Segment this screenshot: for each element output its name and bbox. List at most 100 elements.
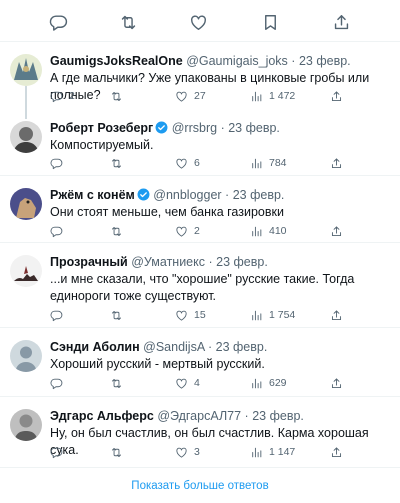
like-button[interactable]: 6: [175, 154, 200, 172]
reply-tweet[interactable]: Прозрачный @Уматниекс · 23 февр. ...и мн…: [0, 243, 400, 328]
verified-badge-icon: [137, 188, 150, 201]
retweet-icon: [110, 225, 123, 238]
author-handle[interactable]: @Gaumigais_joks: [186, 54, 288, 68]
tweet-action-bar: 4 629: [50, 374, 350, 392]
main-tweet-action-bar: [0, 0, 400, 42]
views-count: 1 754: [269, 309, 296, 321]
avatar[interactable]: [10, 255, 42, 287]
retweet-button[interactable]: [110, 443, 129, 461]
reply-button[interactable]: [50, 374, 69, 392]
tweet-text: ...и мне сказали, что "хорошие" русские …: [50, 272, 355, 303]
retweet-button[interactable]: [110, 222, 129, 240]
like-button[interactable]: 15: [175, 306, 206, 324]
separator: ·: [220, 121, 225, 135]
tweet-date[interactable]: 23 февр.: [216, 255, 268, 269]
reply-icon: [50, 157, 63, 170]
retweet-icon: [110, 157, 123, 170]
tweet-header: Роберт Розеберг @rrsbrg · 23 февр.: [50, 120, 392, 136]
retweet-icon[interactable]: [118, 12, 138, 32]
views-count: 410: [269, 225, 287, 237]
separator: ·: [291, 54, 296, 68]
reply-tweet[interactable]: GaumigsJoksRealOne @Gaumigais_joks · 23 …: [0, 42, 400, 110]
views-button[interactable]: 1 147: [250, 443, 295, 461]
retweet-icon: [110, 446, 123, 459]
show-more-replies-link[interactable]: Показать больше ответов: [0, 475, 400, 503]
retweet-icon: [110, 377, 123, 390]
author-name[interactable]: Эдгарс Альферс: [50, 409, 154, 423]
author-name[interactable]: Сэнди Аболин: [50, 340, 140, 354]
views-count: 629: [269, 377, 287, 389]
bookmark-icon[interactable]: [260, 12, 280, 32]
views-button[interactable]: 784: [250, 154, 287, 172]
share-button[interactable]: [330, 154, 343, 172]
separator: ·: [208, 255, 213, 269]
avatar[interactable]: [10, 188, 42, 220]
author-handle[interactable]: @rrsbrg: [172, 121, 217, 135]
tweet-text: Они стоят меньше, чем банка газировки: [50, 205, 284, 219]
like-button[interactable]: 2: [175, 222, 200, 240]
tweet-header: Прозрачный @Уматниекс · 23 февр.: [50, 254, 392, 270]
views-button[interactable]: 1 472: [250, 87, 295, 105]
separator: ·: [244, 409, 249, 423]
reply-count: 2: [69, 90, 75, 102]
tweet-text: Хороший русский - мертвый русский.: [50, 357, 265, 371]
like-icon[interactable]: [188, 12, 208, 32]
author-name[interactable]: Прозрачный: [50, 255, 128, 269]
share-button[interactable]: [330, 222, 343, 240]
author-handle[interactable]: @SandijsA: [143, 340, 204, 354]
tweet-action-bar: 15 1 754: [50, 306, 350, 324]
reply-button[interactable]: [50, 306, 69, 324]
retweet-button[interactable]: [110, 87, 129, 105]
tweet-date[interactable]: 23 февр.: [233, 188, 285, 202]
author-name[interactable]: GaumigsJoksRealOne: [50, 54, 183, 68]
share-button[interactable]: [330, 306, 343, 324]
retweet-button[interactable]: [110, 306, 129, 324]
author-name[interactable]: Ржём с конём: [50, 188, 135, 202]
like-count: 15: [194, 309, 206, 321]
reply-button[interactable]: [50, 154, 69, 172]
views-button[interactable]: 410: [250, 222, 287, 240]
reply-button[interactable]: [50, 222, 69, 240]
author-handle[interactable]: @Уматниекс: [131, 255, 205, 269]
tweet-header: Ржём с конём @nnblogger · 23 февр.: [50, 187, 392, 203]
share-button[interactable]: [330, 443, 343, 461]
reply-tweet[interactable]: Эдгарс Альферс @ЭдгарсАЛ77 · 23 февр. Ну…: [0, 397, 400, 468]
share-icon: [330, 446, 343, 459]
views-button[interactable]: 1 754: [250, 306, 295, 324]
like-icon: [175, 309, 188, 322]
retweet-button[interactable]: [110, 154, 129, 172]
share-button[interactable]: [330, 374, 343, 392]
views-icon: [250, 90, 263, 103]
like-button[interactable]: 27: [175, 87, 206, 105]
reply-tweet[interactable]: Роберт Розеберг @rrsbrg · 23 февр. Компо…: [0, 109, 400, 176]
avatar[interactable]: [10, 121, 42, 153]
avatar[interactable]: [10, 54, 42, 86]
like-count: 2: [194, 225, 200, 237]
tweet-date[interactable]: 23 февр.: [299, 54, 351, 68]
reply-icon: [50, 309, 63, 322]
author-name[interactable]: Роберт Розеберг: [50, 121, 153, 135]
reply-button[interactable]: 2: [50, 87, 75, 105]
tweet-date[interactable]: 23 февр.: [216, 340, 268, 354]
tweet-date[interactable]: 23 февр.: [228, 121, 280, 135]
avatar[interactable]: [10, 409, 42, 441]
separator: ·: [207, 340, 213, 354]
reply-button[interactable]: [50, 443, 69, 461]
reply-tweet[interactable]: Ржём с конём @nnblogger · 23 февр. Они с…: [0, 176, 400, 243]
tweet-header: GaumigsJoksRealOne @Gaumigais_joks · 23 …: [50, 53, 392, 69]
like-button[interactable]: 3: [175, 443, 200, 461]
author-handle[interactable]: @nnblogger: [153, 188, 221, 202]
avatar[interactable]: [10, 340, 42, 372]
reply-icon[interactable]: [48, 12, 68, 32]
share-icon[interactable]: [331, 12, 351, 32]
share-icon: [330, 225, 343, 238]
reply-tweet[interactable]: Сэнди Аболин @SandijsA · 23 февр. Хороши…: [0, 328, 400, 397]
author-handle[interactable]: @ЭдгарсАЛ77: [157, 409, 241, 423]
views-button[interactable]: 629: [250, 374, 287, 392]
retweet-button[interactable]: [110, 374, 129, 392]
like-button[interactable]: 4: [175, 374, 200, 392]
views-count: 1 147: [269, 446, 296, 458]
share-button[interactable]: [330, 87, 343, 105]
thread-line: [25, 86, 27, 110]
tweet-date[interactable]: 23 февр.: [252, 409, 304, 423]
